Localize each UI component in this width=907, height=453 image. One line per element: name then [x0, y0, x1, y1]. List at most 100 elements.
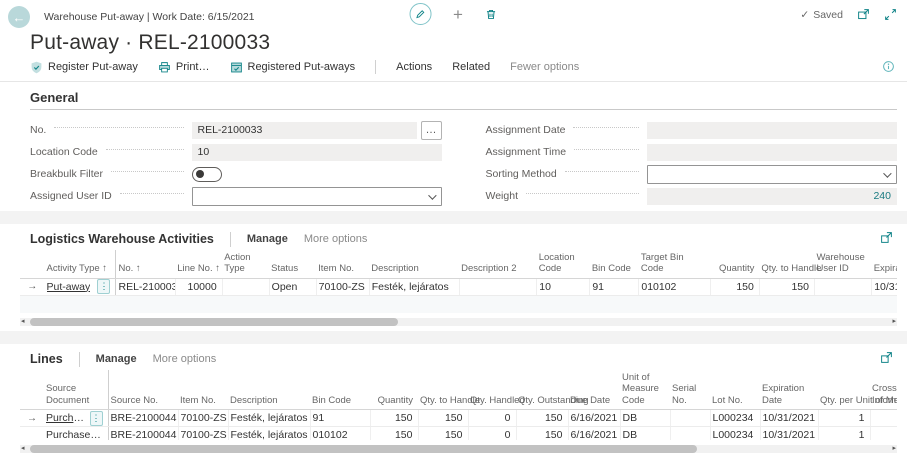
cell-warehouse-user-id[interactable]	[815, 278, 872, 295]
no-assist-button[interactable]: …	[421, 121, 442, 140]
assigned-user-id-select[interactable]	[192, 187, 442, 206]
cell-expiration-date[interactable]: 10/31/2021	[760, 427, 818, 440]
lines-manage-menu[interactable]: Manage	[96, 353, 137, 365]
col-unit-of-measure-code[interactable]: Unit of Measure Code	[620, 370, 670, 410]
col-description[interactable]: Description	[228, 370, 310, 410]
col-bin-code[interactable]: Bin Code	[590, 250, 639, 278]
col-qty-handled[interactable]: Qty. Handled	[468, 370, 516, 410]
cell-qty-outstanding[interactable]: 150	[516, 410, 568, 427]
back-button[interactable]: ←	[8, 6, 30, 28]
col-expiration-date[interactable]: Expiration Date	[760, 370, 818, 410]
activity-type-link[interactable]: Put-away	[47, 281, 91, 293]
col-activity-type[interactable]: Activity Type ↑	[45, 250, 116, 278]
scroll-right-icon[interactable]: ▸	[892, 317, 896, 325]
scroll-right-icon[interactable]: ▸	[892, 444, 896, 452]
cell-status[interactable]: Open	[269, 278, 316, 295]
cell-lot-no[interactable]: L000234	[710, 410, 760, 427]
activities-more-options-menu[interactable]: More options	[304, 233, 368, 245]
delete-button[interactable]	[485, 8, 498, 21]
cell-unit-of-measure-code[interactable]: DB	[620, 427, 670, 440]
col-action-type[interactable]: Action Type	[222, 250, 269, 278]
row-menu-icon[interactable]: ⋮	[90, 411, 103, 426]
cell-cross-information[interactable]	[870, 410, 897, 427]
cell-source-no[interactable]: BRE-2100044	[108, 427, 178, 440]
cell-qty-handled[interactable]: 0	[468, 410, 516, 427]
cell-unit-of-measure-code[interactable]: DB	[620, 410, 670, 427]
edit-button[interactable]	[409, 3, 431, 25]
col-quantity[interactable]: Quantity	[370, 370, 418, 410]
register-put-away-button[interactable]: Register Put-away	[30, 61, 138, 74]
cell-qty-to-handle[interactable]: 150	[759, 278, 814, 295]
scroll-left-icon[interactable]: ◂	[21, 317, 25, 325]
activities-expand-icon[interactable]	[880, 231, 893, 244]
print-button[interactable]: Print…	[158, 61, 210, 74]
row-menu-icon[interactable]: ⋮	[97, 279, 110, 294]
breakbulk-filter-toggle[interactable]	[192, 167, 222, 182]
cell-expiration-date[interactable]: 10/31/2021	[872, 278, 897, 295]
cell-no[interactable]: REL-2100033	[116, 278, 175, 295]
col-due-date[interactable]: Due Date	[568, 370, 620, 410]
new-button[interactable]: +	[453, 6, 463, 23]
cell-qty-per-unit-of-measure[interactable]: 1	[818, 427, 870, 440]
cell-action-type[interactable]	[222, 278, 269, 295]
cell-item-no[interactable]: 70100-ZS	[316, 278, 369, 295]
cell-expiration-date[interactable]: 10/31/2021	[760, 410, 818, 427]
col-expiration-date[interactable]: Expiration Date	[872, 250, 897, 278]
cell-serial-no[interactable]	[670, 427, 710, 440]
col-description[interactable]: Description	[369, 250, 459, 278]
related-menu[interactable]: Related	[452, 61, 490, 73]
lines-expand-icon[interactable]	[880, 351, 893, 364]
cell-target-bin-code[interactable]: 010102	[639, 278, 710, 295]
table-row[interactable]: → Purchase Order ⋮ BRE-2100044 70100-ZS …	[20, 410, 897, 427]
col-qty-to-handle[interactable]: Qty. to Handle	[418, 370, 468, 410]
cell-activity-type[interactable]: Put-away ⋮	[45, 278, 116, 295]
col-item-no[interactable]: Item No.	[316, 250, 369, 278]
col-cross-information[interactable]: Cross- Inform	[870, 370, 897, 410]
col-qty-per-unit-of-measure[interactable]: Qty. per Unit of Measure	[818, 370, 870, 410]
col-qty-outstanding[interactable]: Qty. Outstanding	[516, 370, 568, 410]
cell-qty-to-handle[interactable]: 150	[418, 410, 468, 427]
lines-horizontal-scrollbar[interactable]: ◂ ▸	[20, 445, 897, 453]
cell-bin-code[interactable]: 010102	[310, 427, 370, 440]
cell-qty-handled[interactable]: 0	[468, 427, 516, 440]
scroll-left-icon[interactable]: ◂	[21, 444, 25, 452]
cell-source-document[interactable]: Purchase Order	[44, 427, 108, 440]
col-warehouse-user-id[interactable]: Warehouse User ID	[815, 250, 872, 278]
col-source-no[interactable]: Source No.	[108, 370, 178, 410]
cell-bin-code[interactable]: 91	[590, 278, 639, 295]
col-lot-no[interactable]: Lot No.	[710, 370, 760, 410]
fewer-options-menu[interactable]: Fewer options	[510, 61, 579, 73]
sorting-method-select[interactable]	[647, 165, 897, 184]
col-bin-code[interactable]: Bin Code	[310, 370, 370, 410]
registered-put-aways-button[interactable]: Registered Put-aways	[230, 61, 356, 74]
cell-quantity[interactable]: 150	[710, 278, 759, 295]
col-target-bin-code[interactable]: Target Bin Code	[639, 250, 710, 278]
cell-source-document[interactable]: Purchase Order ⋮	[44, 410, 108, 427]
cell-qty-per-unit-of-measure[interactable]: 1	[818, 410, 870, 427]
col-serial-no[interactable]: Serial No.	[670, 370, 710, 410]
cell-qty-to-handle[interactable]: 150	[418, 427, 468, 440]
scrollbar-thumb[interactable]	[30, 445, 697, 453]
cell-location-code[interactable]: 10	[537, 278, 590, 295]
activities-horizontal-scrollbar[interactable]: ◂ ▸	[20, 318, 897, 326]
cell-line-no[interactable]: 10000	[175, 278, 222, 295]
col-qty-to-handle[interactable]: Qty. to Handle	[759, 250, 814, 278]
cell-qty-outstanding[interactable]: 150	[516, 427, 568, 440]
lines-more-options-menu[interactable]: More options	[153, 353, 217, 365]
cell-due-date[interactable]: 6/16/2021	[568, 410, 620, 427]
source-document-text[interactable]: Purchase Order	[46, 429, 103, 440]
actions-menu[interactable]: Actions	[396, 61, 432, 73]
col-source-document[interactable]: Source Document	[44, 370, 108, 410]
col-quantity[interactable]: Quantity	[710, 250, 759, 278]
col-description-2[interactable]: Description 2	[459, 250, 537, 278]
col-item-no[interactable]: Item No.	[178, 370, 228, 410]
cell-cross-information[interactable]	[870, 427, 897, 440]
scrollbar-thumb[interactable]	[30, 318, 398, 326]
col-no[interactable]: No. ↑	[116, 250, 175, 278]
collapse-window-icon[interactable]	[884, 8, 897, 21]
cell-serial-no[interactable]	[670, 410, 710, 427]
cell-due-date[interactable]: 6/16/2021	[568, 427, 620, 440]
cell-lot-no[interactable]: L000234	[710, 427, 760, 440]
open-in-window-icon[interactable]	[857, 8, 870, 21]
cell-quantity[interactable]: 150	[370, 410, 418, 427]
